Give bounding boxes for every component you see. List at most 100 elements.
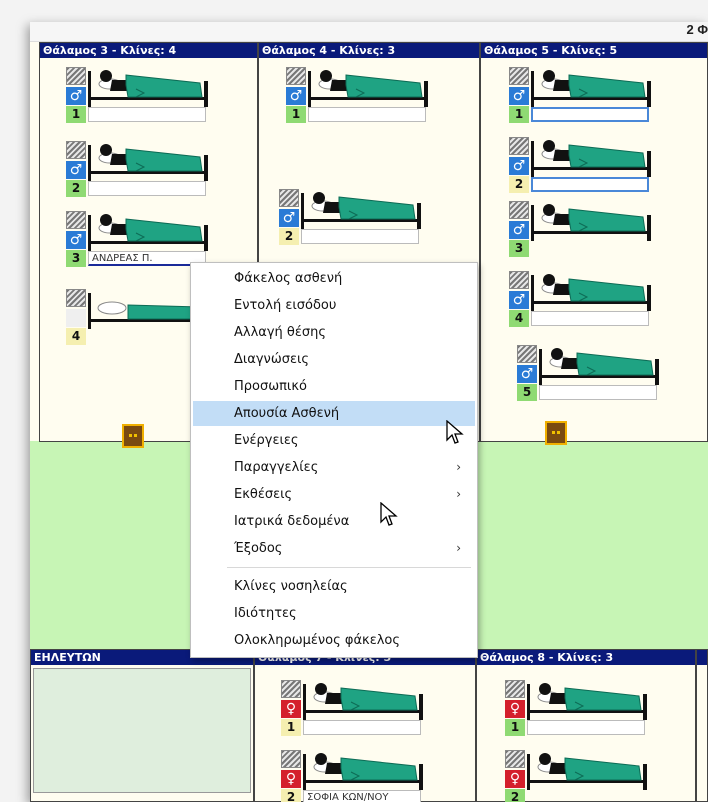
bed-r8-2[interactable]: ♀ 2 [505,750,651,802]
menu-item-label: Ιατρικά δεδομένα [234,514,350,529]
bed-r5-4[interactable]: ♂ 4 [509,271,655,337]
occupied-bed-icon [303,680,423,720]
room-5-header: Θάλαμος 5 - Κλίνες: 5 [481,43,707,58]
status-stripe-icon [66,141,86,159]
menu-item-complete-folder[interactable]: Ολοκληρωμένος φάκελος [193,628,475,653]
status-stripe-icon [281,750,301,768]
male-icon: ♂ [279,209,299,227]
menu-item-label: Ιδιότητες [234,606,297,621]
room-4-header: Θάλαμος 4 - Κλίνες: 3 [259,43,479,58]
menu-item-diagnoses[interactable]: Διαγνώσεις [193,347,475,372]
menu-item-exit[interactable]: Έξοδος › [193,536,475,561]
patient-label [88,107,206,122]
bed-number: 1 [505,719,525,736]
menu-separator [227,567,471,568]
bed-r8-1[interactable]: ♀ 1 [505,680,651,746]
patient-label [303,720,421,735]
menu-item-label: Αλλαγή θέσης [234,325,327,340]
bed-number: 1 [66,106,86,123]
male-icon: ♂ [509,221,529,239]
bed-r3-1[interactable]: ♂ 1 [66,67,212,133]
no-gender-icon [66,309,86,327]
bed-number: 2 [509,176,529,193]
patient-label [301,229,419,244]
menu-item-change-position[interactable]: Αλλαγή θέσης [193,320,475,345]
patient-label [308,107,426,122]
male-icon: ♂ [509,157,529,175]
menu-item-patient-folder[interactable]: Φάκελος ασθενή [193,266,475,291]
bed-number: 2 [281,789,301,802]
bed-r7-1[interactable]: ♀ 1 [281,680,427,746]
bed-number: 2 [66,180,86,197]
menu-item-label: Διαγνώσεις [234,352,309,367]
patient-label [527,720,645,735]
chevron-right-icon: › [456,487,461,501]
patient-label [539,385,657,400]
room-7[interactable]: Θάλαμος 7 - Κλίνες: 5 ♀ 1 ♀ 2 ΣΟΦΙΑ ΚΩΝ/… [254,649,476,802]
bed-r5-2[interactable]: ♂ 2 [509,137,655,203]
bed-number: 5 [517,384,537,401]
menu-item-label: Παραγγελίες [234,460,319,475]
menu-item-actions[interactable]: Ενέργειες [193,428,475,453]
bed-r4-1[interactable]: ♂ 1 [286,67,432,133]
room-8[interactable]: Θάλαμος 8 - Κλίνες: 3 ♀ 1 ♀ 2 [476,649,696,802]
room-edge [696,649,708,802]
context-menu: Φάκελος ασθενή Εντολή εισόδου Αλλαγή θέσ… [190,262,478,658]
bed-number: 4 [509,310,529,327]
patient-label: ΑΝΔΡΕΑΣ Π. [88,251,206,266]
bed-number: 4 [66,328,86,345]
occupied-bed-icon [88,67,208,107]
menu-item-label: Εκθέσεις [234,487,293,502]
menu-item-hospital-beds[interactable]: Κλίνες νοσηλείας [193,574,475,599]
occupied-bed-icon [531,67,651,107]
bed-r7-2[interactable]: ♀ 2 ΣΟΦΙΑ ΚΩΝ/ΝΟΥ [281,750,427,802]
female-icon: ♀ [281,770,301,788]
bed-r3-2[interactable]: ♂ 2 [66,141,212,207]
occupied-bed-icon [531,271,651,311]
bed-r5-3[interactable]: ♂ 3 [509,201,655,267]
mouse-pointer-icon [380,502,398,526]
bed-r5-1[interactable]: ♂ 1 [509,67,655,133]
menu-item-medical-data[interactable]: Ιατρικά δεδομένα [193,509,475,534]
male-icon: ♂ [517,365,537,383]
menu-item-staff[interactable]: Προσωπικό [193,374,475,399]
menu-item-label: Κλίνες νοσηλείας [234,579,348,594]
menu-item-admission-order[interactable]: Εντολή εισόδου [193,293,475,318]
bed-r4-2[interactable]: ♂ 2 [279,189,425,255]
menu-item-reports[interactable]: Εκθέσεις › [193,482,475,507]
menu-item-patient-absence[interactable]: Απουσία Ασθενή [193,401,475,426]
status-stripe-icon [509,271,529,289]
status-stripe-icon [281,680,301,698]
patient-label [531,177,649,192]
occupied-bed-icon [527,750,647,790]
status-stripe-icon [66,67,86,85]
male-icon: ♂ [66,231,86,249]
status-stripe-icon [286,67,306,85]
occupied-bed-icon [303,750,423,790]
chevron-right-icon: › [456,541,461,555]
nurse-station[interactable]: ΕΗΛΕΥΤΩΝ [30,649,254,802]
menu-item-properties[interactable]: Ιδιότητες [193,601,475,626]
menu-item-label: Εντολή εισόδου [234,298,337,313]
occupied-bed-icon [88,211,208,251]
occupied-bed-icon [531,137,651,177]
female-icon: ♀ [505,700,525,718]
bed-r5-5[interactable]: ♂ 5 [517,345,663,411]
room-3-header: Θάλαμος 3 - Κλίνες: 4 [40,43,257,58]
patient-label [531,311,649,326]
status-stripe-icon [66,211,86,229]
occupied-bed-icon [88,141,208,181]
male-icon: ♂ [66,161,86,179]
mouse-pointer-icon [446,420,464,444]
room-edge-header [697,650,707,665]
male-icon: ♂ [509,87,529,105]
occupied-bed-icon [531,201,651,241]
male-icon: ♂ [286,87,306,105]
room-5[interactable]: Θάλαμος 5 - Κλίνες: 5 ♂ 1 ♂ 2 ♂ 3 ♂ 4 ♂ … [480,42,708,445]
status-stripe-icon [517,345,537,363]
menu-item-label: Φάκελος ασθενή [234,271,343,286]
menu-item-orders[interactable]: Παραγγελίες › [193,455,475,480]
door-icon [545,421,567,445]
room-8-header: Θάλαμος 8 - Κλίνες: 3 [477,650,695,665]
status-stripe-icon [505,750,525,768]
